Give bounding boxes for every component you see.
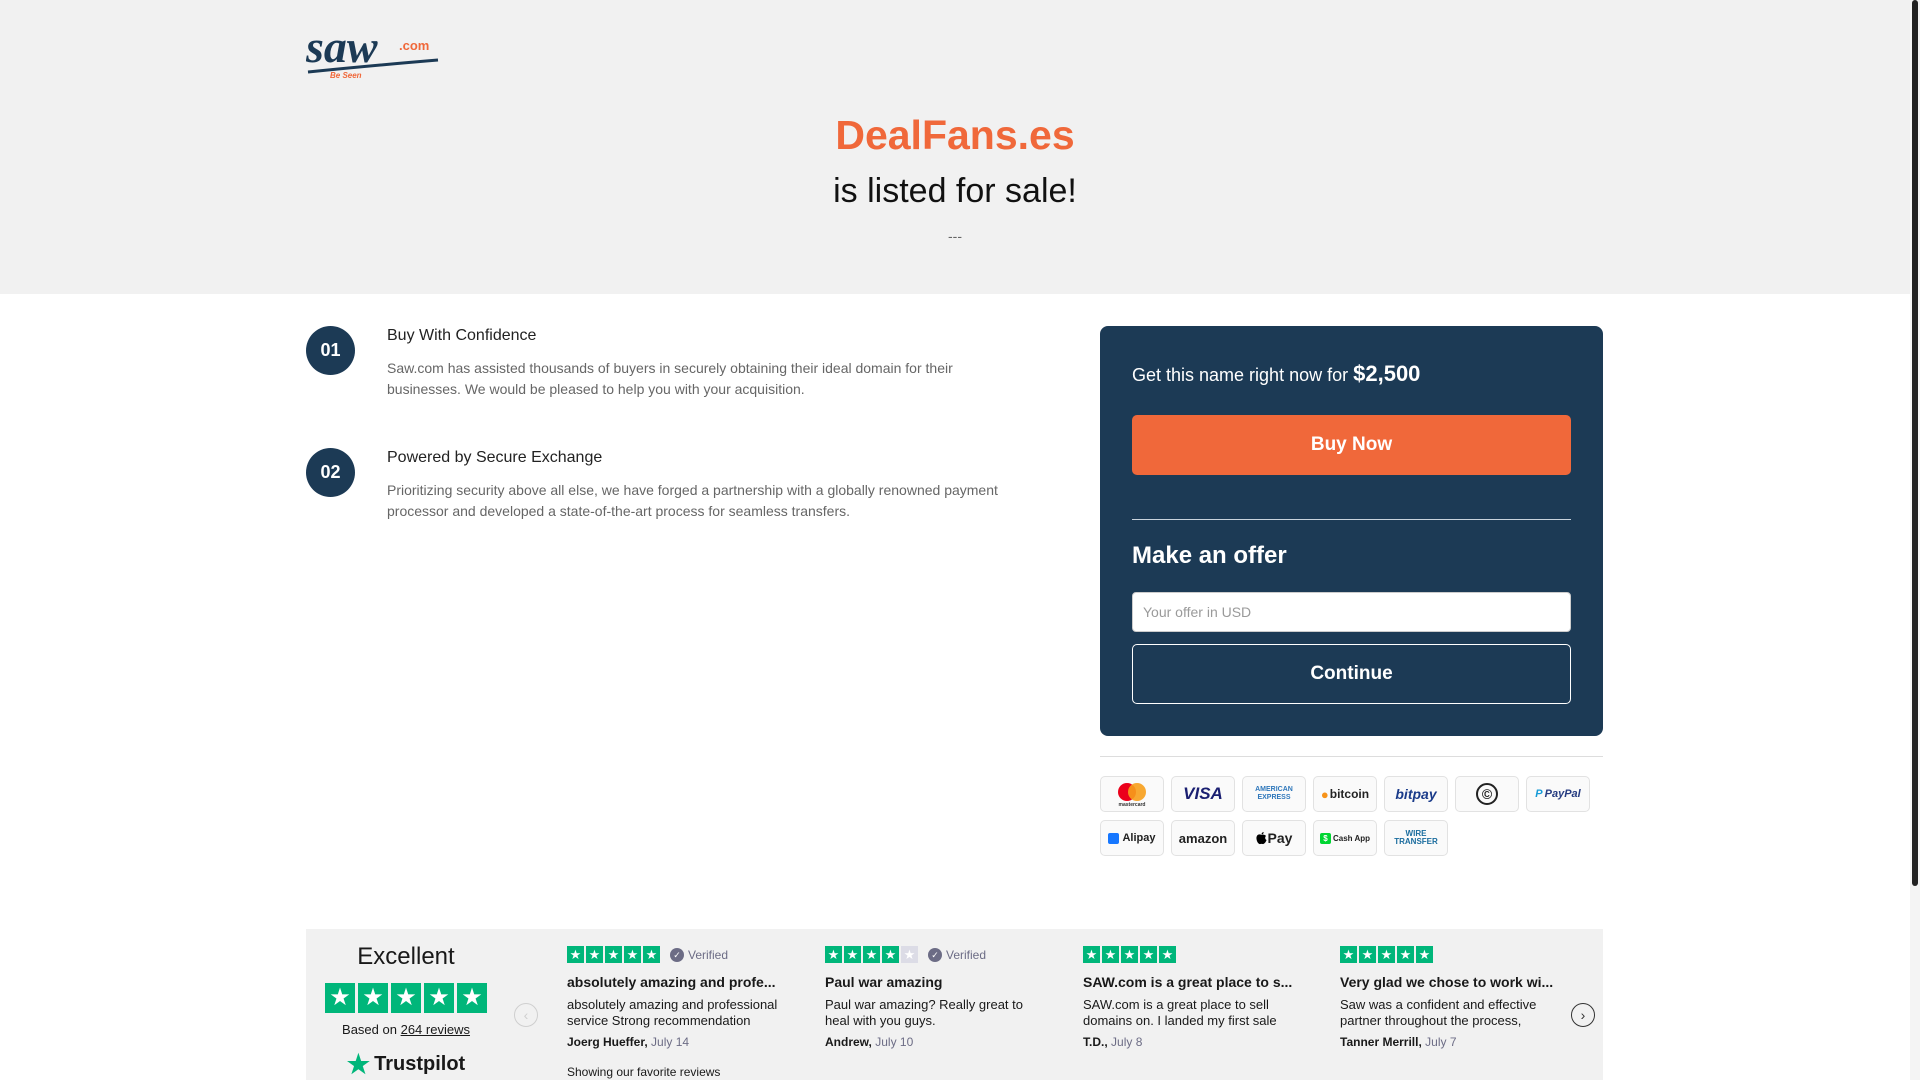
review-author: Tanner Merrill, July 7: [1340, 1035, 1457, 1049]
offer-input[interactable]: [1132, 592, 1571, 632]
bitcoin-icon: ● bitcoin: [1313, 776, 1377, 812]
review-title: SAW.com is a great place to s...: [1083, 974, 1293, 990]
page-scrollbar[interactable]: [1910, 0, 1920, 1080]
feature-description: Saw.com has assisted thousands of buyers…: [387, 360, 953, 397]
review-body: absolutely amazing and professional serv…: [567, 997, 778, 1028]
review-author: Andrew, July 10: [825, 1035, 914, 1049]
based-on-text: Based on 264 reviews: [342, 1022, 470, 1037]
trustpilot-star-icon: ★: [346, 1049, 371, 1079]
review-author: T.D., July 8: [1083, 1035, 1143, 1049]
cash-app-icon: $ Cash App: [1313, 820, 1377, 856]
card-divider: [1132, 519, 1571, 520]
amex-icon: AMERICAN EXPRESS: [1242, 776, 1306, 812]
review-card[interactable]: ★ ★ ★ ★ ★ SAW.com is a great place to s... S…: [1083, 946, 1305, 1049]
check-icon: ✓: [928, 947, 942, 962]
feature-title: Powered by Secure Exchange: [387, 449, 603, 466]
price-prefix: Get this name right now for: [1132, 365, 1349, 385]
review-card[interactable]: ★ ★ ★ ★ ★ ✓ Verified Paul war amazing Paul wa…: [825, 946, 1047, 1049]
rating-summary: Excellent ★ ★ ★ ★ ★ Based on 264 reviews…: [306, 943, 506, 1080]
make-offer-heading: Make an offer: [1132, 542, 1287, 569]
svg-text:.com: .com: [399, 38, 429, 53]
review-author: Joerg Hueffer, July 14: [567, 1035, 690, 1049]
feature-number: 02: [306, 448, 355, 497]
star-icon: ★: [358, 983, 388, 1013]
review-title: Paul war amazing: [825, 974, 943, 990]
review-body: SAW.com is a great place to sell domains…: [1083, 997, 1277, 1028]
review-stars: ★ ★ ★ ★ ★: [1083, 946, 1305, 963]
review-stars: ★ ★ ★ ★ ★ ✓ Verified: [567, 946, 789, 963]
wire-transfer-icon: WIRE TRANSFER: [1384, 820, 1448, 856]
verified-badge: ✓ Verified: [928, 947, 986, 962]
review-stars: ★ ★ ★ ★ ★ ✓ Verified: [825, 946, 1047, 963]
paypal-icon: P PayPal: [1526, 776, 1590, 812]
svg-text:Be Seen: Be Seen: [330, 71, 362, 78]
bitpay-icon: bitpay: [1384, 776, 1448, 812]
coin-icon: ©: [1455, 776, 1519, 812]
star-icon: ★: [424, 983, 454, 1013]
domain-title: DealFans.es: [835, 112, 1075, 158]
review-card[interactable]: ★ ★ ★ ★ ★ Very glad we chose to work wi... S…: [1340, 946, 1562, 1049]
prev-arrow-icon[interactable]: ‹: [514, 1003, 538, 1027]
alipay-icon: Alipay: [1100, 820, 1164, 856]
feature-number: 01: [306, 326, 355, 375]
continue-button[interactable]: Continue: [1132, 644, 1571, 704]
saw-logo[interactable]: saw .com Be Seen: [306, 22, 440, 78]
review-title: absolutely amazing and profe...: [567, 974, 776, 990]
star-icon: ★: [391, 983, 421, 1013]
rating-word: Excellent: [357, 943, 455, 970]
review-body: Saw was a confident and effective partne…: [1340, 997, 1537, 1028]
scrollbar-thumb[interactable]: [1912, 0, 1918, 886]
svg-text:mastercard: mastercard: [1119, 802, 1146, 807]
star-icon: ★: [325, 983, 355, 1013]
review-body: Paul war amazing? Really great to heal w…: [825, 997, 1023, 1028]
payment-methods: mastercard VISA AMERICAN EXPRESS ● bitcoi…: [1100, 776, 1610, 856]
hero-section: saw .com Be Seen DealFans.es is listed f…: [0, 0, 1910, 294]
price-line: Get this name right now for $2,500: [1132, 361, 1420, 387]
buy-now-button[interactable]: Buy Now: [1132, 415, 1571, 475]
payment-divider: [1100, 756, 1603, 757]
trustpilot-widget: Excellent ★ ★ ★ ★ ★ Based on 264 reviews…: [306, 929, 1603, 1080]
mastercard-icon: mastercard: [1100, 776, 1164, 812]
for-sale-subtitle: is listed for sale!: [833, 172, 1077, 210]
feature-description: Prioritizing security above all else, we…: [387, 482, 998, 519]
amazon-icon: amazon: [1171, 820, 1235, 856]
star-icon: ★: [457, 983, 487, 1013]
price-value: $2,500: [1353, 361, 1421, 386]
trustpilot-logo[interactable]: ★ Trustpilot: [306, 1049, 506, 1080]
check-icon: ✓: [670, 947, 684, 962]
review-card[interactable]: ★ ★ ★ ★ ★ ✓ Verified absolutely amazing and p…: [567, 946, 789, 1049]
reviews-count-link[interactable]: 264 reviews: [401, 1022, 470, 1037]
purchase-card: Get this name right now for $2,500 Buy N…: [1100, 326, 1603, 736]
review-stars: ★ ★ ★ ★ ★: [1340, 946, 1562, 963]
visa-icon: VISA: [1171, 776, 1235, 812]
feature-title: Buy With Confidence: [387, 327, 537, 344]
svg-text:saw: saw: [306, 22, 378, 72]
next-arrow-icon[interactable]: ›: [1571, 1003, 1595, 1027]
hero-separator: ---: [948, 228, 962, 244]
apple-pay-icon: Pay: [1242, 820, 1306, 856]
verified-badge: ✓ Verified: [670, 947, 728, 962]
rating-stars: ★ ★ ★ ★ ★: [306, 983, 506, 1013]
review-title: Very glad we chose to work wi...: [1340, 974, 1554, 990]
favorite-reviews-note: Showing our favorite reviews: [567, 1065, 721, 1079]
